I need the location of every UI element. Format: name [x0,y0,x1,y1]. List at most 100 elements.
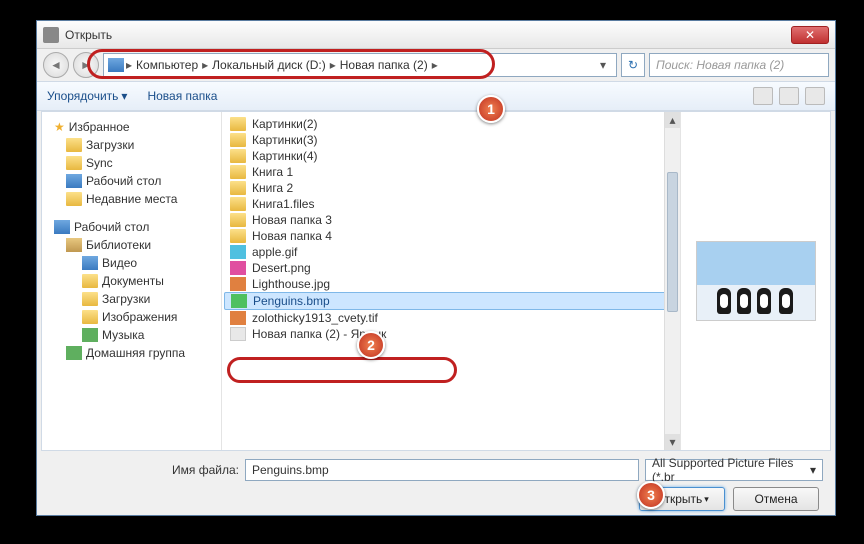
file-row[interactable]: Lighthouse.jpg [224,276,678,292]
chevron-right-icon: ▸ [432,58,438,72]
sidebar-desktop-root[interactable]: Рабочий стол [46,218,217,236]
preview-pane [680,112,830,450]
folder-icon [230,229,246,243]
filename-input[interactable] [245,459,639,481]
recent-icon [66,192,82,206]
folder-icon [230,197,246,211]
file-row[interactable]: Книга1.files [224,196,678,212]
folder-icon [230,181,246,195]
sidebar-item-sync[interactable]: Sync [46,154,217,172]
sidebar-item-label: Недавние места [86,192,177,206]
sidebar-item-label: Домашняя группа [86,346,185,360]
scrollbar[interactable]: ▴ ▾ [664,112,680,450]
close-icon: ✕ [805,28,815,42]
nav-row: ◄ ► ▸ Компьютер ▸ Локальный диск (D:) ▸ … [37,49,835,81]
file-type-filter[interactable]: All Supported Picture Files (*.br▾ [645,459,823,481]
folder-icon [230,117,246,131]
sidebar-item-music[interactable]: Музыка [46,326,217,344]
sidebar: ★Избранное Загрузки Sync Рабочий стол Не… [42,112,222,450]
breadcrumb-seg[interactable]: Компьютер [134,58,200,72]
preview-pane-button[interactable] [779,87,799,105]
file-name: Новая папка 3 [252,213,332,227]
sidebar-item-label: Изображения [102,310,177,324]
file-list[interactable]: Картинки(2) Картинки(3)Картинки(4)Книга 1… [222,112,680,450]
star-icon: ★ [54,120,65,134]
desktop-icon [66,174,82,188]
scrollbar-thumb[interactable] [667,172,678,312]
file-row[interactable]: Книга 2 [224,180,678,196]
sidebar-item-recent[interactable]: Недавние места [46,190,217,208]
file-name: Книга 2 [252,181,293,195]
sidebar-libraries[interactable]: Библиотеки [46,236,217,254]
file-row[interactable]: Новая папка 3 [224,212,678,228]
sidebar-homegroup[interactable]: Домашняя группа [46,344,217,362]
open-label: Открыть [655,492,702,506]
file-row[interactable]: Книга 1 [224,164,678,180]
search-placeholder: Поиск: Новая папка (2) [656,58,784,72]
sidebar-item-video[interactable]: Видео [46,254,217,272]
file-name: Lighthouse.jpg [252,277,330,291]
address-bar[interactable]: ▸ Компьютер ▸ Локальный диск (D:) ▸ Нова… [103,53,617,77]
file-name: zolothicky1913_cvety.tif [252,311,378,325]
gif-icon [230,245,246,259]
breadcrumb-seg[interactable]: Новая папка (2) [338,58,430,72]
desktop-icon [54,220,70,234]
file-row[interactable]: Картинки(4) [224,148,678,164]
address-dropdown[interactable]: ▾ [594,58,612,72]
scroll-down-icon[interactable]: ▾ [665,434,680,450]
forward-button[interactable]: ► [73,52,99,78]
new-folder-button[interactable]: Новая папка [147,89,217,103]
app-icon [43,27,59,43]
organize-menu[interactable]: Упорядочить ▾ [47,89,127,103]
sidebar-item-label: Рабочий стол [74,220,149,234]
sidebar-item-documents[interactable]: Документы [46,272,217,290]
sidebar-item-pictures[interactable]: Изображения [46,308,217,326]
computer-icon [108,58,124,72]
sidebar-item-desktop[interactable]: Рабочий стол [46,172,217,190]
help-button[interactable] [805,87,825,105]
file-name: apple.gif [252,245,297,259]
file-name: Книга1.files [252,197,314,211]
breadcrumb-seg[interactable]: Локальный диск (D:) [210,58,328,72]
toolbar: Упорядочить ▾ Новая папка [37,81,835,111]
close-button[interactable]: ✕ [791,26,829,44]
back-button[interactable]: ◄ [43,52,69,78]
file-row[interactable]: Картинки(2) [224,116,678,132]
sidebar-item-label: Документы [102,274,164,288]
filename-label: Имя файла: [49,463,239,477]
cancel-button[interactable]: Отмена [733,487,819,511]
file-row[interactable]: zolothicky1913_cvety.tif [224,310,678,326]
open-button[interactable]: Открыть ▾ [639,487,725,511]
folder-icon [230,149,246,163]
file-row[interactable]: Новая папка 4 [224,228,678,244]
folder-icon [82,292,98,306]
titlebar: Открыть ✕ [37,21,835,49]
refresh-button[interactable]: ↻ [621,53,645,77]
libraries-icon [66,238,82,252]
music-icon [82,328,98,342]
jpg-icon [230,311,246,325]
sidebar-favorites[interactable]: ★Избранное [46,118,217,136]
sidebar-item-downloads[interactable]: Загрузки [46,136,217,154]
png-icon [230,261,246,275]
chevron-right-icon: ▸ [330,58,336,72]
file-name: Новая папка 4 [252,229,332,243]
view-mode-button[interactable] [753,87,773,105]
video-icon [82,256,98,270]
sidebar-item-downloads2[interactable]: Загрузки [46,290,217,308]
file-row[interactable]: Penguins.bmp [224,292,678,310]
window-title: Открыть [65,28,791,42]
file-row[interactable]: Картинки(3) [224,132,678,148]
organize-label: Упорядочить [47,89,118,103]
file-name: Картинки(3) [252,133,318,147]
scroll-up-icon[interactable]: ▴ [665,112,680,128]
file-row[interactable]: apple.gif [224,244,678,260]
file-name: Картинки(2) [252,117,318,131]
file-row[interactable]: Новая папка (2) - Ярлык [224,326,678,342]
pictures-icon [82,310,98,324]
file-name: Новая папка (2) - Ярлык [252,327,386,341]
file-row[interactable]: Desert.png [224,260,678,276]
sidebar-item-label: Видео [102,256,137,270]
chevron-down-icon: ▾ [121,89,127,103]
search-input[interactable]: Поиск: Новая папка (2) [649,53,829,77]
